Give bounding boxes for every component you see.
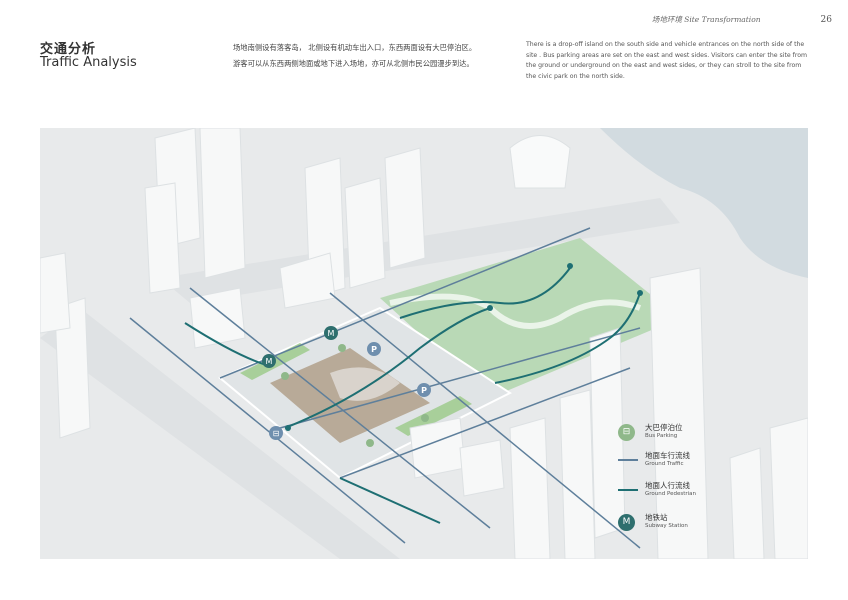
title-en: Traffic Analysis [40,55,137,70]
legend-label-cn: 地面车行流线 [645,451,690,460]
legend-ground-pedestrian: 地面人行流线 Ground Pedestrian [618,480,758,504]
page-header: 场地环境 Site Transformation 26 [652,14,832,25]
description-cn-line2: 游客可以从东西两侧地面或地下进入场地，亦可从北侧市民公园漫步到达。 [233,59,474,68]
description-cn-line1: 场地南侧设有落客岛， 北侧设有机动车出入口，东西两面设有大巴停泊区。 [233,43,477,52]
svg-text:P: P [371,345,377,354]
legend-label-en: Ground Traffic [645,461,684,467]
legend-label-cn: 地面人行流线 [645,481,690,490]
legend-label-en: Bus Parking [645,433,678,439]
svg-text:⊟: ⊟ [273,429,280,438]
legend-label-en: Ground Pedestrian [645,491,697,497]
parking-north: P [367,342,381,356]
parking-east: P [417,383,431,397]
page-number: 26 [820,15,832,25]
svg-text:P: P [421,386,427,395]
subway-station-north: M [324,326,338,340]
section-title: 场地环境 Site Transformation [651,15,761,24]
svg-text:M: M [266,357,273,366]
subway-station-west: M [262,354,276,368]
description-en: There is a drop-off island on the south … [526,41,808,80]
bus-icon: ⊟ [618,424,635,441]
svg-text:M: M [328,329,335,338]
shell-building [509,135,571,189]
legend-label-en: Subway Station [645,523,688,529]
subway-icon: M [618,514,635,531]
description-cn: 场地南侧设有落客岛， 北侧设有机动车出入口，东西两面设有大巴停泊区。 游客可以从… [233,40,513,72]
legend-ground-traffic: 地面车行流线 Ground Traffic [618,450,758,474]
legend-label-cn: 地铁站 [645,513,668,522]
legend-label-cn: 大巴停泊位 [645,423,683,432]
drop-off-island: ⊟ [269,426,283,440]
legend-bus-parking: ⊟ 大巴停泊位 Bus Parking [618,422,758,446]
legend-subway-station: M 地铁站 Subway Station [618,512,758,536]
ground-traffic-line-icon [618,459,638,461]
ground-pedestrian-line-icon [618,489,638,491]
